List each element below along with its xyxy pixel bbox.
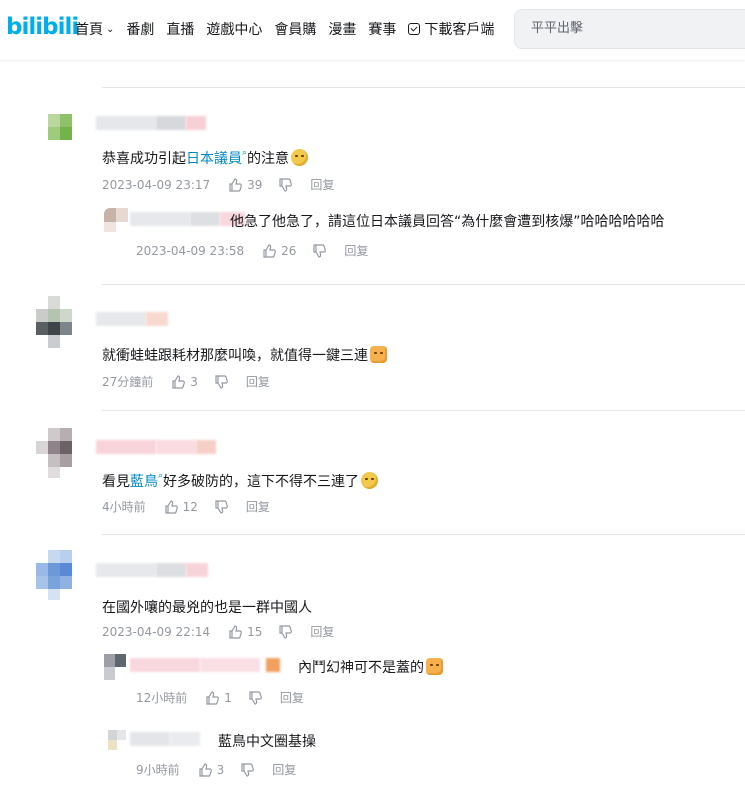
thumbs-up-icon [199,762,212,777]
search-input[interactable] [529,20,733,37]
comment-time: 27分鐘前 [102,375,154,389]
comment-time: 2023-04-09 23:17 [102,177,211,192]
like-button[interactable]: 39 [228,178,262,192]
reply-button[interactable]: 回复 [310,176,334,193]
reply-meta: 9小時前 3 回复 [136,761,296,778]
comment-time: 2023-04-09 22:14 [102,624,211,639]
like-count: 26 [281,243,297,258]
nav-game-center[interactable]: 遊戲中心 [206,19,262,39]
reply-text: 他急了他急了，請這位日本議員回答“為什麼會遭到核爆”哈哈哈哈哈哈 [230,214,665,230]
reply-text: 藍鳥中文圈基操 [218,734,316,750]
cat-emoji-icon [370,346,387,363]
avatar[interactable] [36,550,84,600]
chevron-down-icon: ⌄ [106,23,115,35]
thumbs-down-icon[interactable] [278,624,293,639]
nav-esports[interactable]: 賽事 [368,19,396,39]
nav-download-label: 下載客戶端 [424,22,495,38]
comment-text: 在國外嚷的最兇的也是一群中國人 [102,600,312,616]
thumbs-down-icon[interactable] [240,762,255,777]
comment-meta: 2023-04-09 22:14 15 回复 [102,623,334,640]
blush-emoji-icon [291,149,309,166]
download-icon [408,23,421,35]
avatar[interactable] [48,114,84,152]
reply-time: 12小時前 [136,691,188,705]
comment-text: 看見藍鳥⌕好多破防的，這下不得不三連了 [102,471,379,491]
nav-download-client[interactable]: 下載客戶端 [408,19,494,39]
nav-home[interactable]: 首頁 ⌄ [75,19,114,39]
comment-meta: 2023-04-09 23:17 39 回复 [102,176,334,193]
reply-meta: 12小時前 1 回复 [136,689,304,706]
thumbs-down-icon[interactable] [278,177,293,192]
top-header: bilibili 首頁 ⌄ 番劇 直播 遊戲中心 會員購 漫畫 賽事 下載客戶端 [0,0,745,60]
like-count: 3 [216,762,225,777]
thumbs-down-icon[interactable] [248,690,262,705]
thumbs-down-icon[interactable] [312,243,327,258]
nav-live[interactable]: 直播 [166,19,194,39]
avatar[interactable] [108,730,126,750]
reply-time: 9小時前 [136,763,180,777]
thumbs-up-icon [165,499,178,514]
nav-shop[interactable]: 會員購 [274,19,316,39]
like-count: 12 [182,499,198,514]
nav-anime[interactable]: 番劇 [126,19,154,39]
keyword-link[interactable]: 藍鳥 [130,474,158,490]
like-count: 39 [247,177,263,192]
divider [102,534,745,535]
keyword-link[interactable]: 日本議員 [186,151,242,167]
reply-button[interactable]: 回复 [246,373,270,390]
cat-emoji-icon [426,658,443,675]
reply-button[interactable]: 回复 [272,761,296,778]
thumbs-up-icon [229,624,243,639]
reply-button[interactable]: 回复 [310,623,334,640]
avatar[interactable] [104,208,128,236]
like-button[interactable]: 26 [262,244,296,258]
nav-home-label: 首頁 [75,22,103,38]
bilibili-logo[interactable]: bilibili [6,14,79,40]
comment-text: 恭喜成功引起日本議員⌕的注意 [102,148,309,168]
avatar[interactable] [104,654,126,680]
avatar[interactable] [36,428,84,478]
divider [102,87,745,88]
smirk-emoji-icon [361,472,379,489]
like-button[interactable]: 3 [198,762,225,777]
reply-button[interactable]: 回复 [246,498,270,515]
like-button[interactable]: 3 [171,375,198,389]
comment-meta: 27分鐘前 3 回复 [102,373,270,390]
like-count: 3 [190,374,198,389]
comment-text: 就衝蛙蛙跟耗材那麼叫喚，就值得一鍵三連 [102,345,387,365]
like-button[interactable]: 1 [205,691,232,705]
like-count: 15 [247,624,263,639]
top-nav: 首頁 ⌄ 番劇 直播 遊戲中心 會員購 漫畫 賽事 下載客戶端 [75,19,506,39]
avatar[interactable] [36,296,84,348]
thumbs-down-icon[interactable] [214,374,228,389]
nav-manga[interactable]: 漫畫 [328,19,356,39]
thumbs-up-icon [263,243,277,258]
thumbs-up-icon [172,374,186,389]
comment-time: 4小時前 [102,500,146,514]
like-count: 1 [224,690,232,705]
reply-button[interactable]: 回复 [280,689,304,706]
divider [102,284,745,285]
search-box[interactable] [514,9,745,49]
thumbs-down-icon[interactable] [214,499,228,514]
reply-meta: 2023-04-09 23:58 26 回复 [136,242,368,259]
thumbs-up-icon [206,690,220,705]
reply-text: 內鬥幻神可不是蓋的 [298,657,443,677]
reply-button[interactable]: 回复 [344,242,368,259]
divider [102,410,745,411]
reply-time: 2023-04-09 23:58 [136,243,245,258]
thumbs-up-icon [229,177,243,192]
comment-meta: 4小時前 12 回复 [102,498,270,515]
like-button[interactable]: 12 [164,500,198,514]
like-button[interactable]: 15 [228,625,262,639]
